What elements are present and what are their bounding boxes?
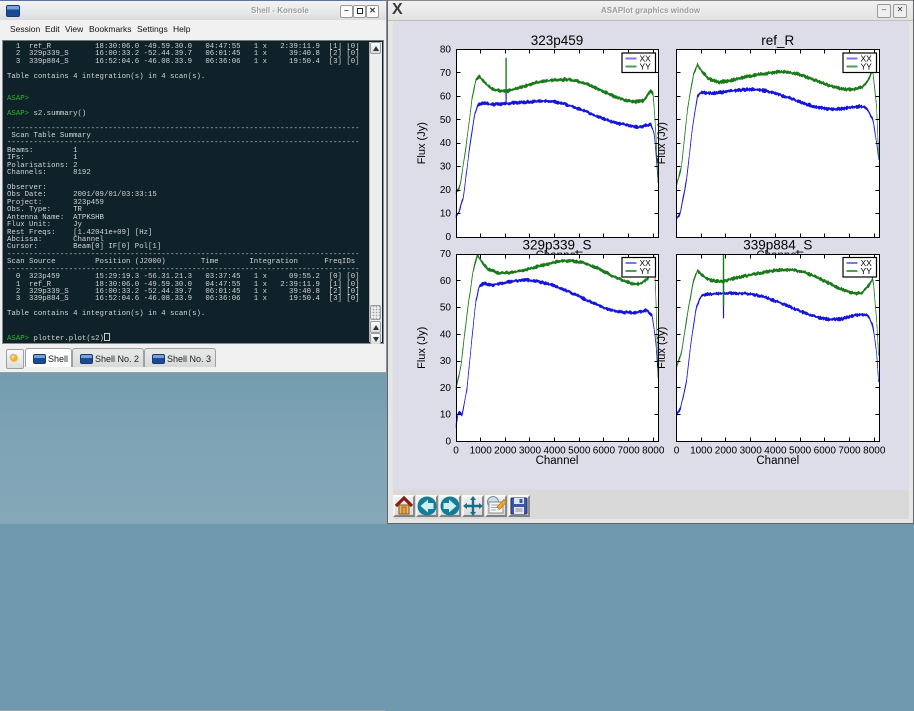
svg-text:20: 20 [440, 383, 452, 394]
svg-text:Channel: Channel [756, 455, 799, 467]
svg-text:30: 30 [440, 356, 452, 367]
svg-text:7000: 7000 [617, 446, 640, 457]
svg-text:60: 60 [440, 276, 452, 287]
svg-text:1000: 1000 [470, 446, 493, 457]
svg-text:2000: 2000 [715, 446, 738, 457]
svg-text:329p339_S: 329p339_S [522, 238, 591, 253]
svg-text:323p459: 323p459 [531, 33, 584, 48]
svg-text:8000: 8000 [863, 446, 886, 457]
svg-text:70: 70 [440, 68, 452, 79]
svg-text:YY: YY [861, 62, 873, 72]
svg-text:ref_R: ref_R [761, 33, 794, 48]
svg-text:10: 10 [440, 209, 452, 220]
svg-text:70: 70 [440, 249, 452, 260]
svg-text:0: 0 [445, 232, 451, 243]
svg-text:339p884_S: 339p884_S [743, 238, 812, 253]
svg-text:1000: 1000 [690, 446, 713, 457]
svg-text:60: 60 [440, 91, 452, 102]
svg-text:Flux (Jy): Flux (Jy) [656, 327, 668, 369]
svg-text:6000: 6000 [814, 446, 837, 457]
svg-text:YY: YY [861, 266, 873, 276]
svg-text:Channel: Channel [536, 455, 579, 467]
svg-text:0: 0 [674, 446, 680, 457]
svg-text:Flux (Jy): Flux (Jy) [656, 122, 668, 164]
svg-text:7000: 7000 [838, 446, 861, 457]
svg-text:0: 0 [453, 446, 459, 457]
svg-text:YY: YY [640, 62, 652, 72]
svg-text:10: 10 [440, 410, 452, 421]
svg-text:30: 30 [440, 162, 452, 173]
svg-text:2000: 2000 [494, 446, 517, 457]
svg-text:6000: 6000 [593, 446, 616, 457]
svg-text:0: 0 [445, 437, 451, 448]
svg-text:8000: 8000 [642, 446, 665, 457]
svg-text:40: 40 [440, 138, 452, 149]
svg-text:YY: YY [640, 266, 652, 276]
svg-text:20: 20 [440, 185, 452, 196]
svg-text:80: 80 [440, 45, 452, 56]
svg-text:Flux (Jy): Flux (Jy) [416, 327, 428, 369]
svg-text:50: 50 [440, 115, 452, 126]
svg-text:50: 50 [440, 303, 452, 314]
svg-text:Flux (Jy): Flux (Jy) [416, 122, 428, 164]
svg-text:40: 40 [440, 329, 452, 340]
